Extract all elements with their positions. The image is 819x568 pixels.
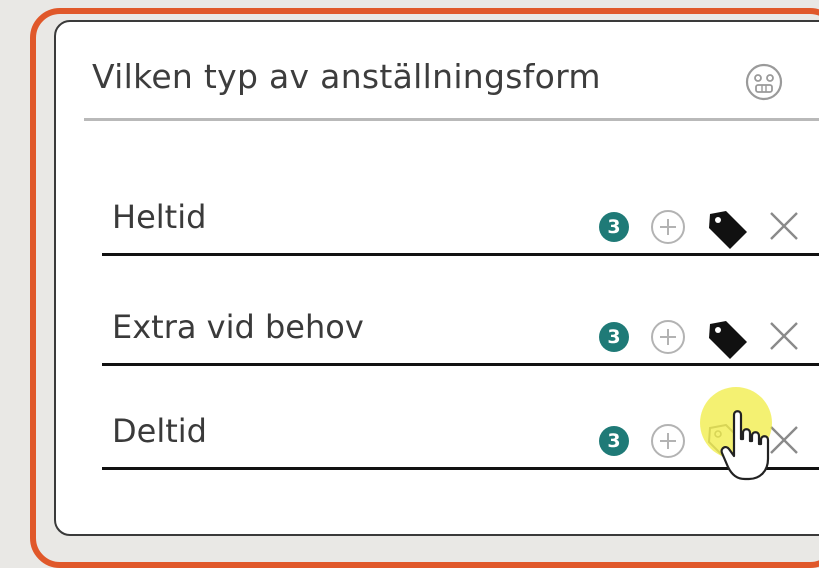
option-label[interactable]: Extra vid behov bbox=[112, 308, 364, 346]
close-icon[interactable] bbox=[767, 319, 801, 353]
option-underline bbox=[102, 467, 819, 470]
title-divider bbox=[84, 118, 819, 121]
count-badge: 3 bbox=[599, 426, 629, 456]
close-icon[interactable] bbox=[767, 209, 801, 243]
option-label[interactable]: Deltid bbox=[112, 412, 207, 450]
option-label[interactable]: Heltid bbox=[112, 198, 206, 236]
option-row: Heltid 3 bbox=[102, 176, 819, 256]
tag-icon[interactable] bbox=[704, 206, 750, 252]
option-row: Extra vid behov 3 bbox=[102, 286, 819, 366]
count-badge: 3 bbox=[599, 212, 629, 242]
hand-pointer-cursor-icon bbox=[720, 410, 770, 481]
plus-circle-icon[interactable] bbox=[649, 318, 687, 356]
count-badge: 3 bbox=[599, 322, 629, 352]
option-underline bbox=[102, 253, 819, 256]
tag-icon[interactable] bbox=[704, 316, 750, 362]
smiley-face-icon[interactable] bbox=[744, 62, 784, 102]
question-title[interactable]: Vilken typ av anställningsform bbox=[92, 57, 601, 96]
option-underline bbox=[102, 363, 819, 366]
plus-circle-icon[interactable] bbox=[649, 208, 687, 246]
plus-circle-icon[interactable] bbox=[649, 422, 687, 460]
